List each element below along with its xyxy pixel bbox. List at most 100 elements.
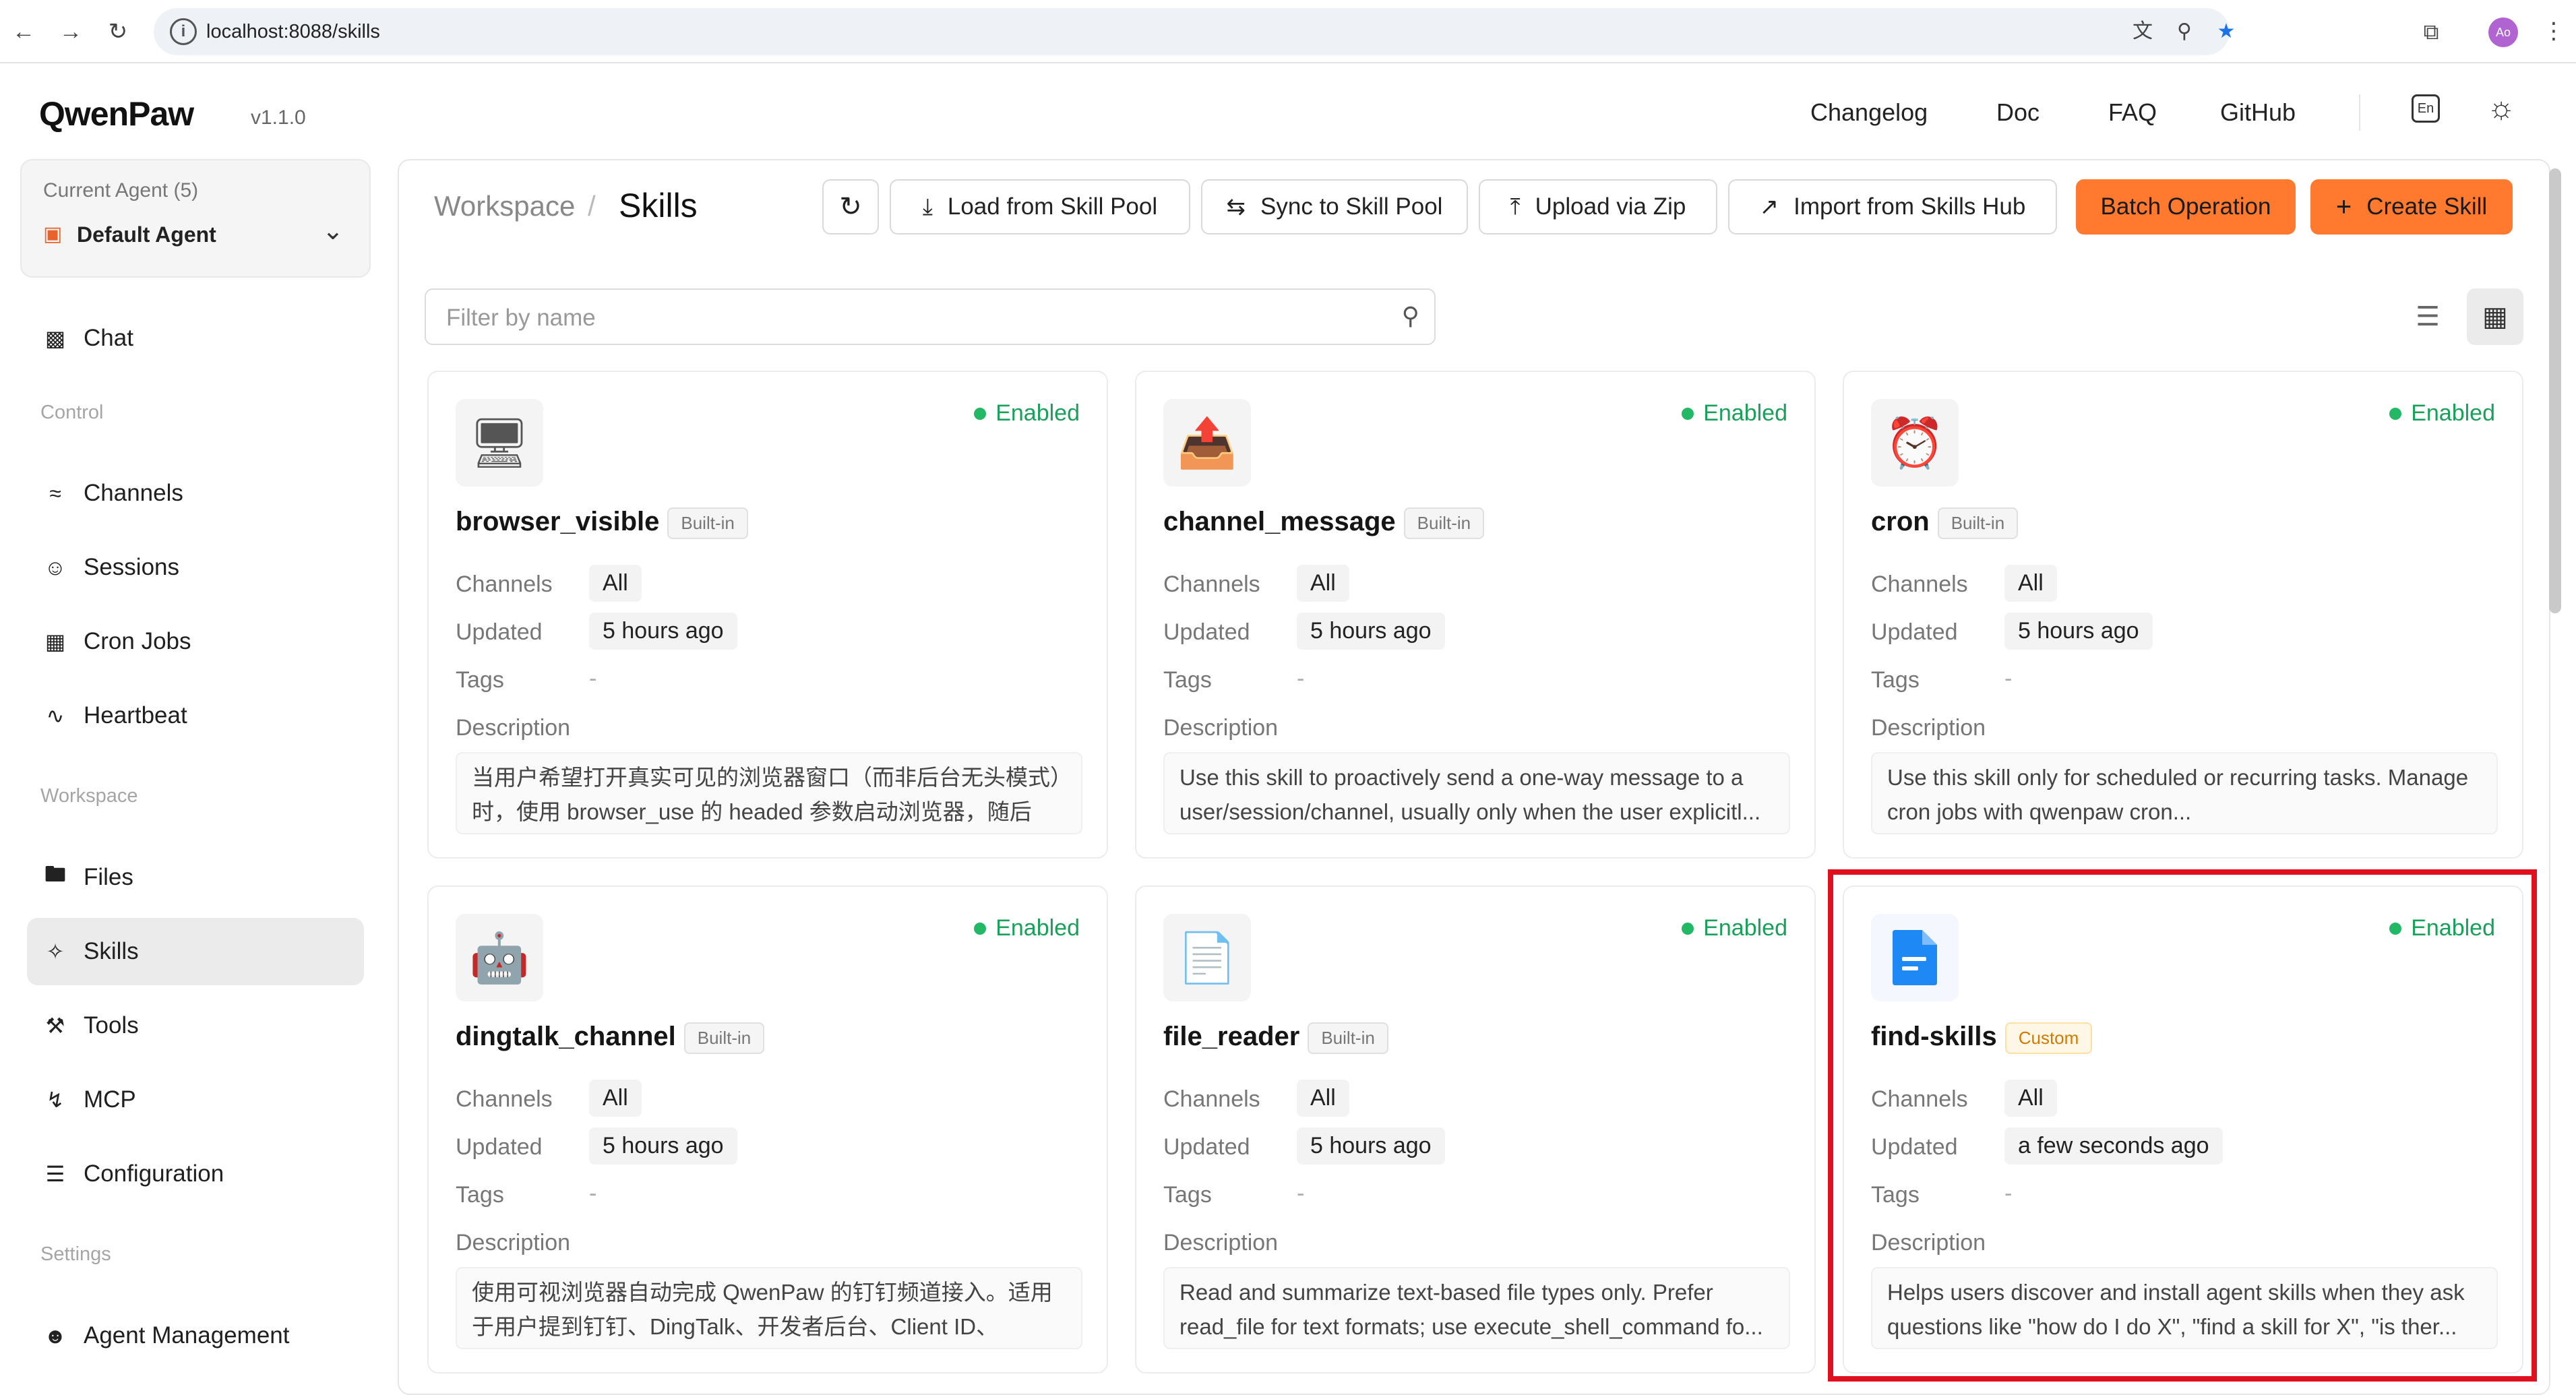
sidebar-group-settings: Settings <box>40 1243 111 1265</box>
skill-description: 使用可视浏览器自动完成 QwenPaw 的钉钉频道接入。适用于用户提到钉钉、Di… <box>456 1267 1082 1349</box>
desktop-computer-icon: 🖥 <box>456 399 543 487</box>
zoom-icon[interactable]: ⚲ <box>2170 18 2199 46</box>
reload-icon[interactable]: ↻ <box>101 15 135 49</box>
skill-card-dingtalk-channel[interactable]: 🤖 Enabled dingtalk_channel Built-in Chann… <box>427 886 1108 1373</box>
url-text[interactable]: localhost:8088/skills <box>206 21 380 43</box>
sidebar-item-heartbeat[interactable]: ∿ Heartbeat <box>27 682 364 749</box>
status-badge: Enabled <box>1682 915 1787 941</box>
agent-icon: ▣ <box>43 223 63 245</box>
browser-menu-icon[interactable]: ⋮ <box>2542 18 2565 44</box>
status-dot <box>2389 922 2402 935</box>
button-label: Upload via Zip <box>1535 193 1686 220</box>
skill-description: Read and summarize text-based file types… <box>1163 1267 1790 1349</box>
status-dot <box>1682 922 1694 935</box>
external-link-icon: ↗ <box>1759 194 1779 220</box>
skill-card-file-reader[interactable]: 📄 Enabled file_reader Built-in Channels A… <box>1135 886 1816 1373</box>
chevron-down-icon[interactable]: ⌄ <box>322 216 344 246</box>
tags-label: Tags <box>456 1182 504 1208</box>
user-settings-icon: ☻ <box>44 1323 67 1348</box>
refresh-button[interactable]: ↻ <box>822 179 879 235</box>
skill-name: cron Built-in <box>1871 507 2019 539</box>
heartbeat-icon: ∿ <box>46 704 65 728</box>
tags-label: Tags <box>456 667 504 693</box>
updated-value: 5 hours ago <box>589 1127 737 1165</box>
page-scrollbar[interactable] <box>2549 168 2561 613</box>
skill-card-browser-visible[interactable]: 🖥 Enabled browser_visible Built-in Channe… <box>427 371 1108 859</box>
sidebar-item-chat[interactable]: ▩ Chat <box>27 305 364 372</box>
skill-card-find-skills[interactable]: Enabled find-skills Custom Channels All U… <box>1843 886 2523 1373</box>
sidebar-item-cron-jobs[interactable]: ▦ Cron Jobs <box>27 608 364 675</box>
sidebar-item-label: Channels <box>84 480 183 506</box>
skill-card-channel-message[interactable]: 📤 Enabled channel_message Built-in Channe… <box>1135 371 1816 859</box>
sidebar-item-sessions[interactable]: ☺ Sessions <box>27 534 364 601</box>
sidebar-item-tools[interactable]: ⚒ Tools <box>27 992 364 1059</box>
load-from-skill-pool-button[interactable]: ⤓ Load from Skill Pool <box>890 179 1190 235</box>
nav-github[interactable]: GitHub <box>2220 98 2296 127</box>
tags-label: Tags <box>1163 667 1212 693</box>
profile-avatar[interactable]: Ao <box>2488 18 2518 47</box>
sidebar-item-mcp[interactable]: ↯ MCP <box>27 1066 364 1134</box>
sidebar-item-agent-management[interactable]: ☻ Agent Management <box>27 1302 364 1369</box>
grid-view-toggle[interactable]: ▦ <box>2467 288 2523 345</box>
button-label: Batch Operation <box>2100 193 2271 220</box>
filter-input[interactable]: Filter by name ⚲ <box>425 288 1436 345</box>
sidebar-item-label: Sessions <box>84 554 180 580</box>
wifi-icon: ≈ <box>49 480 61 505</box>
forward-icon[interactable]: → <box>54 15 88 49</box>
bookmark-star-icon[interactable]: ★ <box>2212 18 2240 46</box>
updated-label: Updated <box>456 1134 543 1160</box>
button-label: Sync to Skill Pool <box>1260 193 1443 220</box>
agent-selector[interactable]: Current Agent (5) ▣ Default Agent ⌄ <box>20 159 371 278</box>
tags-value: - <box>2004 666 2013 691</box>
updated-label: Updated <box>1871 619 1958 645</box>
skill-name: find-skills Custom <box>1871 1022 2093 1054</box>
theme-toggle-icon[interactable]: ☼ <box>2487 89 2515 125</box>
sidebar-item-label: Heartbeat <box>84 702 187 728</box>
channels-label: Channels <box>1163 571 1260 597</box>
plus-icon: + <box>2335 191 2352 222</box>
tags-value: - <box>589 1181 597 1206</box>
status-dot <box>974 922 987 935</box>
nav-changelog[interactable]: Changelog <box>1810 98 1928 127</box>
channels-label: Channels <box>456 1086 553 1112</box>
grid-icon: ▦ <box>2482 302 2508 332</box>
translate-icon[interactable]: 文 <box>2128 18 2157 46</box>
channels-value: All <box>2004 1080 2057 1117</box>
breadcrumb-workspace[interactable]: Workspace <box>434 190 575 222</box>
nav-doc[interactable]: Doc <box>1996 98 2040 127</box>
create-skill-button[interactable]: + Create Skill <box>2310 179 2513 235</box>
alarm-clock-icon: ⏰ <box>1871 399 1959 487</box>
channels-value: All <box>2004 565 2057 602</box>
list-icon: ☰ <box>2416 302 2440 332</box>
address-bar[interactable]: i localhost:8088/skills 文 ⚲ ★ <box>154 8 2235 55</box>
language-switch-icon[interactable]: En <box>2412 94 2440 123</box>
description-label: Description <box>1871 715 1986 741</box>
upload-via-zip-button[interactable]: ⤒ Upload via Zip <box>1479 179 1717 235</box>
channels-label: Channels <box>1163 1086 1260 1112</box>
tags-value: - <box>589 666 597 691</box>
sidebar-item-label: Skills <box>84 938 139 964</box>
skills-panel: Workspace / Skills ↻ ⤓ Load from Skill P… <box>398 159 2550 1395</box>
batch-operation-button[interactable]: Batch Operation <box>2076 179 2296 235</box>
description-label: Description <box>1163 1230 1279 1256</box>
sidebar-item-skills[interactable]: ✧ Skills <box>27 918 364 985</box>
extensions-icon[interactable]: ⧉ <box>2414 15 2448 49</box>
sidebar-item-configuration[interactable]: ☰ Configuration <box>27 1140 364 1208</box>
sync-to-skill-pool-button[interactable]: ⇆ Sync to Skill Pool <box>1201 179 1468 235</box>
sidebar-item-files[interactable]: 🖿 Files <box>27 844 364 911</box>
updated-value: 5 hours ago <box>1297 1127 1445 1165</box>
skill-type-badge: Custom <box>2004 1022 2093 1054</box>
list-view-toggle[interactable]: ☰ <box>2399 288 2456 345</box>
site-info-icon[interactable]: i <box>170 18 197 45</box>
skill-card-cron[interactable]: ⏰ Enabled cron Built-in Channels All Upda… <box>1843 371 2523 859</box>
updated-label: Updated <box>456 619 543 645</box>
updated-value: 5 hours ago <box>1297 613 1445 650</box>
nav-faq[interactable]: FAQ <box>2108 98 2157 127</box>
back-icon[interactable]: ← <box>7 15 40 49</box>
sidebar-item-channels[interactable]: ≈ Channels <box>27 460 364 527</box>
updated-label: Updated <box>1163 1134 1250 1160</box>
search-icon[interactable]: ⚲ <box>1402 302 1419 330</box>
skill-type-badge: Built-in <box>1308 1022 1388 1054</box>
import-from-skills-hub-button[interactable]: ↗ Import from Skills Hub <box>1728 179 2057 235</box>
description-label: Description <box>1871 1230 1986 1256</box>
